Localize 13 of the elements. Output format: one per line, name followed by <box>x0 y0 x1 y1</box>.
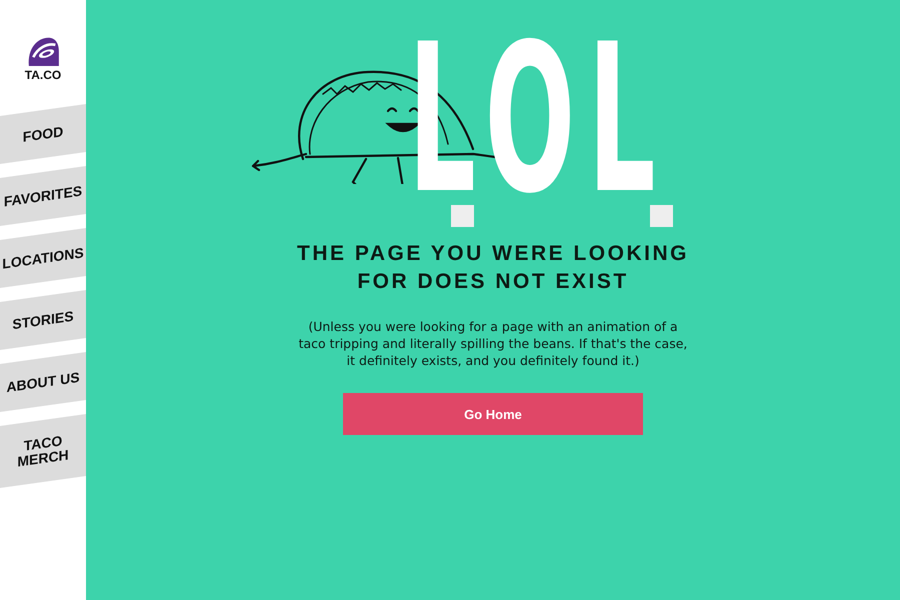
go-home-button[interactable]: Go Home <box>343 393 643 435</box>
letter-stroke <box>451 205 474 227</box>
nav-link[interactable]: TACO MERCH <box>0 414 86 488</box>
lol-headline: LOL <box>408 36 668 204</box>
nav-link[interactable]: FOOD <box>0 104 86 164</box>
nav-link[interactable]: ABOUT US <box>0 352 86 412</box>
nav-link[interactable]: FAVORITES <box>0 166 86 226</box>
nav-link[interactable]: STORIES <box>0 290 86 350</box>
error-message: (Unless you were looking for a page with an animation of a taco tripping and literally spilling the beans. If that's the case, it definitely exists, and you definitely found it.) <box>298 318 688 369</box>
nav-link[interactable]: LOCATIONS <box>0 228 86 288</box>
logo-text[interactable]: TA.CO <box>24 68 62 82</box>
error-heading: THE PAGE YOU WERE LOOKING FOR DOES NOT EXIST <box>297 241 689 295</box>
letter-stroke <box>650 205 673 227</box>
